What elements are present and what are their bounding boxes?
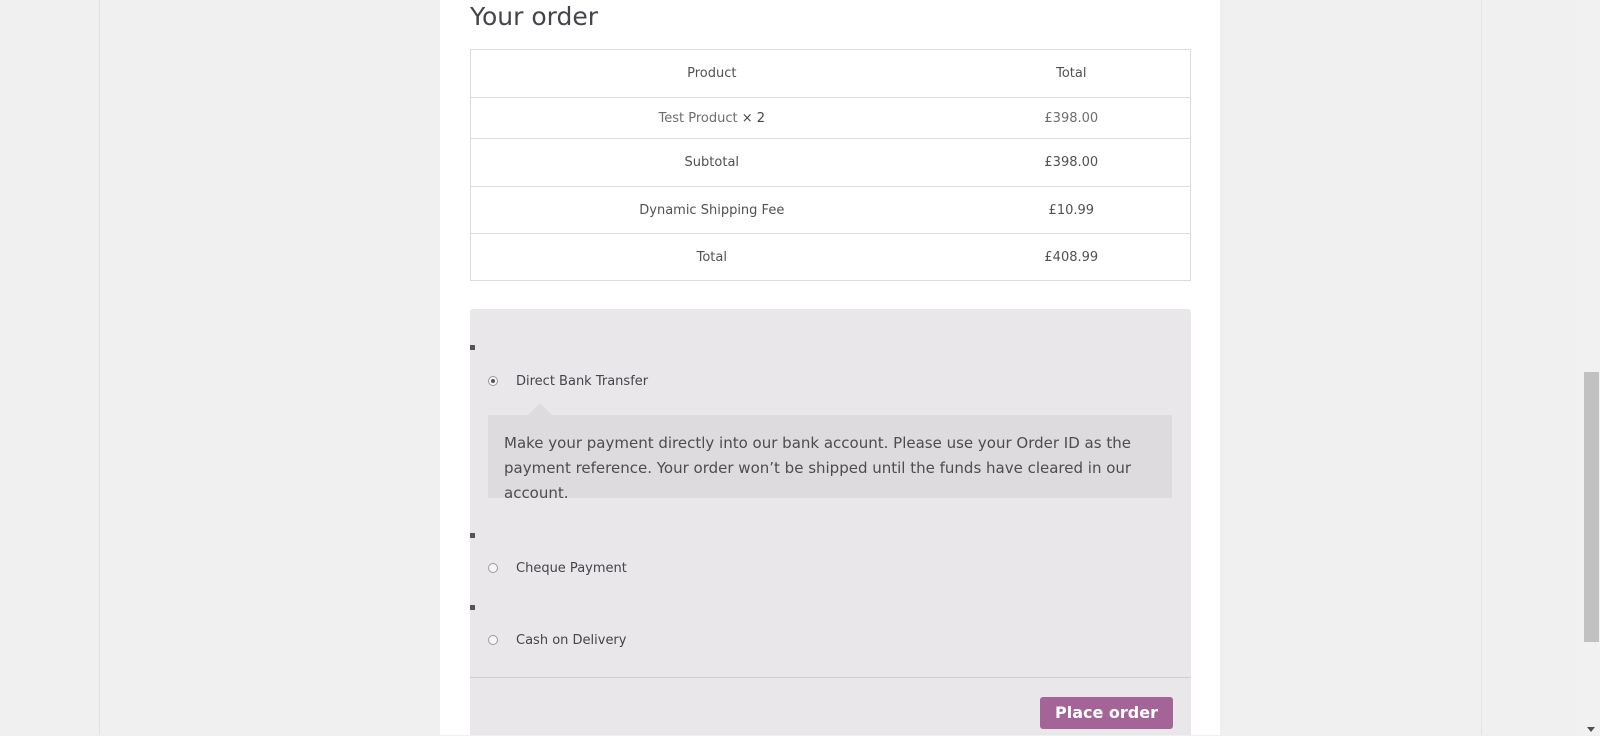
payment-methods-box: Direct Bank Transfer Make your payment d… [470,309,1191,735]
bacs-label: Direct Bank Transfer [516,373,649,389]
cod-radio[interactable] [488,635,498,645]
cheque-radio[interactable] [488,563,498,573]
place-order-row: Place order [470,677,1191,736]
subtotal-value: £398.00 [952,138,1191,187]
list-bullet [470,345,475,350]
product-column-header: Product [470,49,953,98]
order-review-heading: Your order [470,2,598,31]
payment-method-cod[interactable]: Cash on Delivery [488,630,626,650]
cheque-label: Cheque Payment [516,560,627,576]
payment-method-cheque[interactable]: Cheque Payment [488,558,627,578]
scroll-down-arrow-icon[interactable] [1587,727,1595,732]
list-bullet [470,533,475,538]
shipping-value: £10.99 [952,186,1191,234]
list-bullet [470,605,475,610]
shipping-row: Dynamic Shipping Fee £10.99 [470,186,1191,234]
bacs-radio[interactable] [488,376,498,386]
table-row: Test Product × 2 £398.00 [470,97,1191,139]
description-arrow [528,403,552,415]
place-order-button[interactable]: Place order [1040,697,1173,729]
subtotal-row: Subtotal £398.00 [470,138,1191,187]
subtotal-label: Subtotal [470,138,953,187]
scrollbar-thumb[interactable] [1584,372,1599,642]
cart-item-total: £398.00 [952,97,1191,139]
bacs-description-box: Make your payment directly into our bank… [488,403,1172,502]
cart-item-name: Test Product [658,110,738,126]
shipping-label: Dynamic Shipping Fee [470,186,953,234]
total-column-header: Total [952,49,1191,98]
cart-item-cell: Test Product × 2 [470,97,953,139]
order-total-row: Total £408.99 [470,233,1191,281]
bacs-description: Make your payment directly into our bank… [504,434,1132,502]
cart-item-quantity: × 2 [741,110,766,126]
cod-label: Cash on Delivery [516,632,627,648]
order-total-label: Total [470,233,953,281]
order-review-table: Product Total Test Product × 2 £398.00 S… [470,49,1191,281]
vertical-scrollbar[interactable] [1583,0,1600,735]
table-header-row: Product Total [470,49,1191,98]
payment-method-bacs[interactable]: Direct Bank Transfer [488,371,648,391]
order-total-value: £408.99 [952,233,1191,281]
